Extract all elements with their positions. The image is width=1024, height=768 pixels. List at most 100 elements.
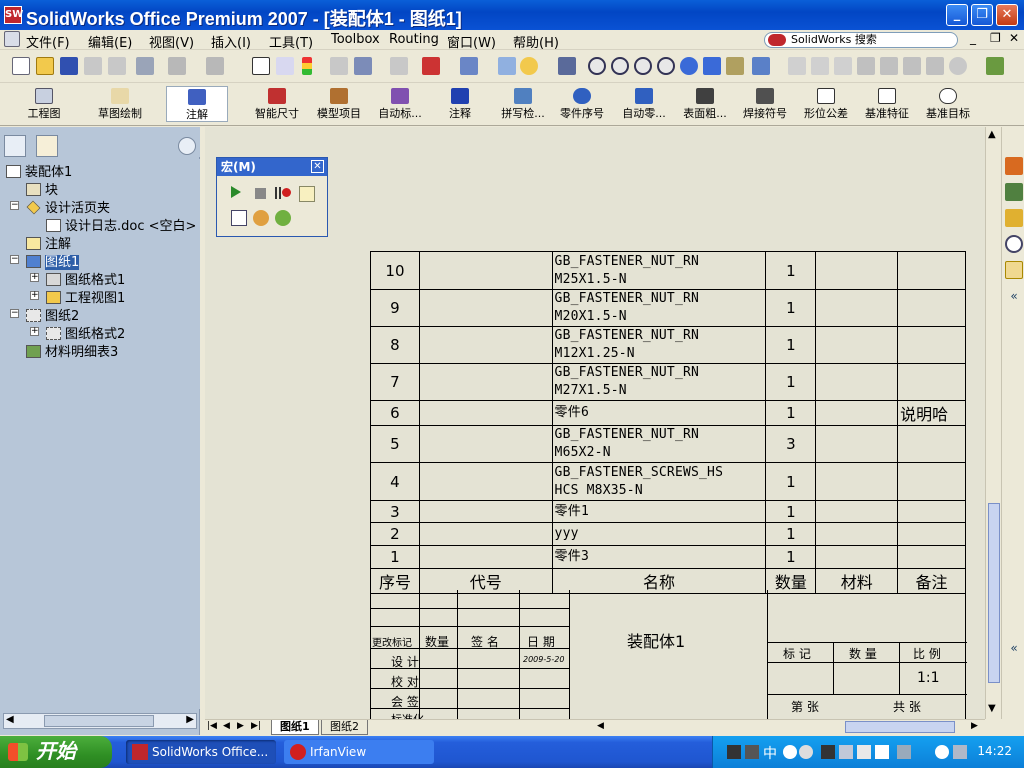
ime-help-icon[interactable] (875, 745, 889, 759)
menu-toolbox[interactable]: Toolbox (331, 32, 380, 47)
expand-sheet1[interactable]: − (10, 255, 19, 264)
expand-pane-icon[interactable]: « (1005, 641, 1023, 659)
sketch-tab-button[interactable]: 草图绘制 (92, 88, 148, 122)
record-macro-icon[interactable] (275, 186, 291, 200)
print-icon[interactable] (136, 57, 154, 75)
smart-tool-icon[interactable] (558, 57, 576, 75)
punctuation-icon[interactable] (799, 745, 813, 759)
tree-item-sheet-format1[interactable]: 图纸格式1 (46, 269, 125, 288)
tree-item-annotations[interactable]: 注解 (26, 233, 71, 252)
file-explorer-icon[interactable] (1005, 209, 1023, 227)
select-other-icon[interactable] (276, 57, 294, 75)
search-pane-icon[interactable] (1005, 235, 1023, 253)
menu-view[interactable]: 视图(V) (149, 32, 194, 51)
select-pointer-icon[interactable] (252, 57, 270, 75)
options-icon[interactable] (108, 57, 126, 75)
ime-toggle-icon[interactable] (745, 745, 759, 759)
menu-tools[interactable]: 工具(T) (269, 32, 313, 51)
tree-item-bom[interactable]: 材料明细表3 (26, 341, 118, 360)
balloon-button[interactable]: 零件序号 (556, 88, 608, 122)
macro-toolbar-header[interactable]: 宏(M) ✕ (217, 158, 327, 176)
tree-item-drawing-view1[interactable]: 工程视图1 (46, 287, 125, 306)
expand-design-binder[interactable]: − (10, 201, 19, 210)
new-macro-icon[interactable] (299, 186, 315, 202)
canvas-vertical-scrollbar[interactable]: ▲ ▼ (985, 127, 1001, 719)
view-orientation-icon[interactable] (726, 57, 744, 75)
tree-root[interactable]: 装配体1 (6, 161, 72, 180)
tree-item-sheet-format2[interactable]: 图纸格式2 (46, 323, 125, 342)
ime-menu-icon[interactable] (857, 745, 871, 759)
scroll-right-icon[interactable]: ▶ (186, 714, 194, 725)
surface-finish-button[interactable]: 表面粗... (679, 88, 731, 122)
tree-item-design-journal[interactable]: 设计日志.doc <空白> (46, 215, 196, 234)
redo-icon[interactable] (206, 57, 224, 75)
doc-restore-button[interactable]: ❐ (990, 31, 1001, 45)
horizontal-scroll-thumb[interactable] (845, 721, 955, 733)
expand-panel-icon[interactable] (178, 137, 196, 155)
zoom-to-fit-icon[interactable] (588, 57, 606, 75)
soft-keyboard-icon[interactable] (821, 745, 835, 759)
taskbar-item-solidworks[interactable]: SolidWorks Office... (126, 740, 276, 764)
tray-option-icon[interactable] (897, 745, 911, 759)
menu-routing[interactable]: Routing (389, 32, 439, 47)
annotation-tab-button[interactable]: 注解 (166, 86, 228, 122)
tray-expand-icon[interactable] (935, 745, 949, 759)
half-width-icon[interactable] (783, 745, 797, 759)
vertical-scroll-thumb[interactable] (988, 503, 1000, 683)
network-icon[interactable] (953, 745, 967, 759)
scroll-left-icon[interactable]: ◀ (6, 714, 14, 725)
pan-icon[interactable] (703, 57, 721, 75)
save-icon[interactable] (60, 57, 78, 75)
zoom-to-area-icon[interactable] (611, 57, 629, 75)
next-sheet-icon[interactable]: ▶ (237, 721, 244, 731)
taskbar-item-irfanview[interactable]: IrfanView (284, 740, 434, 764)
addins-icon[interactable] (986, 57, 1004, 75)
snap-icon[interactable] (354, 57, 372, 75)
tree-item-sheet1[interactable]: 图纸1 (26, 251, 80, 270)
customize-macro-icon[interactable] (253, 210, 269, 226)
menu-file[interactable]: 文件(F) (26, 32, 70, 51)
scroll-up-icon[interactable]: ▲ (988, 129, 996, 140)
tab-sheet1[interactable]: 图纸1 (271, 720, 319, 735)
spell-check-button[interactable]: 拼写检... (496, 88, 550, 122)
doc-close-button[interactable]: ✕ (1009, 31, 1019, 45)
expand-sheet-format2[interactable]: + (30, 327, 39, 336)
macro-user-icon[interactable] (275, 210, 291, 226)
prev-sheet-icon[interactable]: ◀ (223, 721, 230, 731)
restore-button[interactable]: ❐ (971, 4, 993, 26)
tree-item-sheet2[interactable]: 图纸2 (26, 305, 79, 324)
stop-macro-icon[interactable] (255, 188, 266, 199)
scroll-thumb[interactable] (44, 715, 154, 727)
collapse-pane-icon[interactable]: « (1005, 289, 1023, 307)
grid-icon[interactable] (330, 57, 348, 75)
display-style-icon[interactable] (752, 57, 770, 75)
3d-box-icon[interactable] (422, 57, 440, 75)
model-items-button[interactable]: 模型项目 (313, 88, 365, 122)
drawing-tab-button[interactable]: 工程图 (20, 88, 68, 122)
layer-icon[interactable] (390, 57, 408, 75)
expand-drawing-view1[interactable]: + (30, 291, 39, 300)
macro-close-icon[interactable]: ✕ (311, 160, 324, 173)
ime-settings-icon[interactable] (839, 745, 853, 759)
home-icon[interactable] (1005, 157, 1023, 175)
datum-feature-button[interactable]: 基准特征 (861, 88, 913, 122)
expand-sheet-format1[interactable]: + (30, 273, 39, 282)
start-button[interactable]: 开始 (0, 736, 112, 768)
view-palette-icon[interactable] (1005, 261, 1023, 279)
zoom-selection-icon[interactable] (657, 57, 675, 75)
rotate-view-icon[interactable] (680, 57, 698, 75)
last-sheet-icon[interactable]: ▶| (251, 721, 261, 731)
tree-item-blocks[interactable]: 块 (26, 179, 58, 198)
zoom-in-out-icon[interactable] (634, 57, 652, 75)
design-library-icon[interactable] (1005, 183, 1023, 201)
open-folder-icon[interactable] (36, 57, 54, 75)
solidworks-app-icon[interactable]: SW (4, 6, 23, 24)
menu-help[interactable]: 帮助(H) (513, 32, 559, 51)
print-preview-icon[interactable] (84, 57, 102, 75)
hscroll-right-icon[interactable]: ▶ (971, 721, 978, 731)
note-button[interactable]: 注释 (442, 88, 478, 122)
auto-dimension-button[interactable]: 自动标... (374, 88, 426, 122)
auto-balloon-button[interactable]: 自动零... (618, 88, 670, 122)
help-icon[interactable] (520, 57, 538, 75)
scroll-down-icon[interactable]: ▼ (988, 703, 996, 714)
